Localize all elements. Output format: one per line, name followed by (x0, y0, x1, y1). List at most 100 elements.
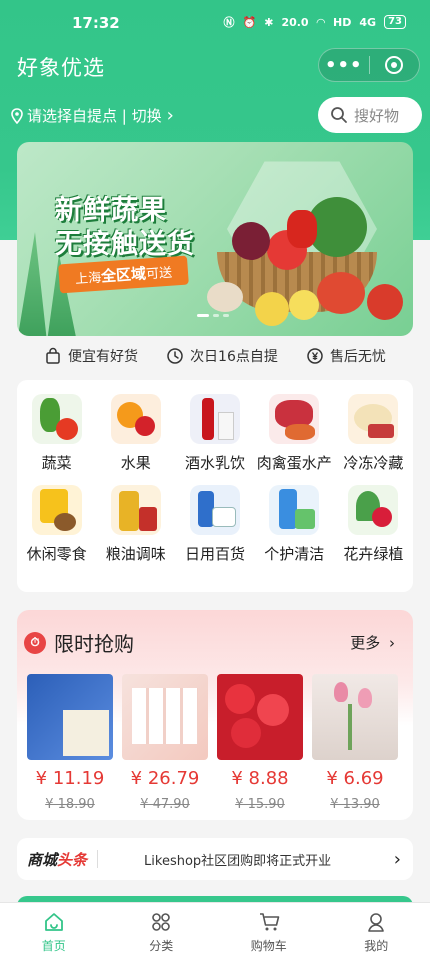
category-plants[interactable]: 花卉绿植 (334, 485, 413, 564)
category-label: 粮油调味 (105, 545, 166, 563)
tab-label: 首页 (41, 939, 66, 953)
feature-label: 便宜有好货 (68, 349, 139, 365)
category-label: 冷冻冷藏 (343, 454, 404, 472)
category-label: 花卉绿植 (343, 545, 404, 563)
flash-sale-section: ⏱ 限时抢购 更多 › ¥ 11.19 ¥ 18.90 ¥ 26.79 ¥ 47… (17, 610, 413, 820)
alarm-icon: ⏰ (242, 15, 257, 29)
product-original-price: ¥ 13.90 (330, 797, 380, 812)
lemon-image (255, 292, 289, 326)
yen-shield-icon (307, 348, 323, 364)
app-title: 好象优选 (17, 56, 105, 80)
category-frozen[interactable]: 冷冻冷藏 (334, 394, 413, 473)
product-original-price: ¥ 47.90 (140, 797, 190, 812)
tab-label: 分类 (149, 939, 174, 953)
search-placeholder: 搜好物 (354, 106, 400, 125)
category-label: 蔬菜 (41, 454, 72, 472)
category-daily-goods[interactable]: 日用百货 (175, 485, 254, 564)
news-headline: Likeshop社区团购即将正式开业 (144, 853, 332, 869)
promo-banner[interactable]: 新鲜蔬果 无接触送货 上海全区域可送 (17, 142, 413, 336)
product-card[interactable]: ¥ 6.69 ¥ 13.90 (312, 674, 398, 812)
category-label: 肉禽蛋水产 (256, 454, 332, 472)
category-label: 水果 (120, 454, 151, 472)
tab-home[interactable]: 首页 (0, 903, 108, 960)
category-meat[interactable]: 肉禽蛋水产 (255, 394, 334, 473)
flash-sale-title: 限时抢购 (54, 632, 134, 656)
close-target-icon[interactable] (369, 56, 419, 74)
lemon-image-2 (289, 290, 319, 320)
ribbon-prefix: 上海 (74, 270, 102, 288)
category-grid: 蔬菜 水果 酒水乳饮 肉禽蛋水产 冷冻冷藏 休闲零食 粮油调味 日用百货 个护清… (17, 380, 413, 564)
news-logo-b: 头条 (57, 850, 88, 869)
news-divider (97, 850, 99, 868)
category-fruits[interactable]: 水果 (96, 394, 175, 473)
bluetooth-icon: ✱ (264, 15, 274, 29)
category-personal-care[interactable]: 个护清洁 (255, 485, 334, 564)
pickup-location[interactable]: 请选择自提点 | 切换 › (10, 105, 174, 126)
status-bar: 17:32 Ⓝ ⏰ ✱ 20.0 ◠ HD 4G 73 (0, 0, 430, 46)
tab-category[interactable]: 分类 (108, 903, 216, 960)
category-drinks[interactable]: 酒水乳饮 (175, 394, 254, 473)
chevron-right-icon: › (166, 105, 174, 126)
snacks-image (31, 485, 82, 535)
category-label: 休闲零食 (26, 545, 87, 563)
meat-image (269, 394, 320, 444)
chevron-right-icon: › (389, 634, 395, 652)
more-dots-icon[interactable]: ••• (319, 55, 369, 76)
user-icon (368, 913, 385, 932)
ribbon-bold: 全区域 (100, 264, 147, 286)
banner-pagination (197, 314, 229, 317)
product-price: ¥ 8.88 (231, 768, 289, 789)
fruits-image (110, 394, 161, 444)
frozen-image (348, 394, 399, 444)
banner-headline-line1: 新鲜蔬果 (55, 195, 167, 226)
cart-icon (259, 913, 280, 931)
product-price: ¥ 26.79 (130, 768, 200, 789)
ribbon-suffix: 可送 (145, 265, 173, 283)
feature-label: 售后无忧 (329, 349, 386, 365)
daily-goods-image (189, 485, 240, 535)
category-card: 蔬菜 水果 酒水乳饮 肉禽蛋水产 冷冻冷藏 休闲零食 粮油调味 日用百货 个护清… (17, 380, 413, 592)
banner-headline: 新鲜蔬果 无接触送货 (55, 194, 195, 262)
flash-sale-products: ¥ 11.19 ¥ 18.90 ¥ 26.79 ¥ 47.90 ¥ 8.88 ¥… (27, 674, 398, 812)
search-box[interactable]: 搜好物 (318, 97, 422, 133)
news-logo-a: 商城 (27, 850, 58, 869)
tab-label: 购物车 (250, 939, 287, 953)
flash-sale-header: ⏱ 限时抢购 (24, 628, 134, 657)
feature-pickup: 次日16点自提 (166, 346, 278, 366)
plants-image (348, 485, 399, 535)
tomato-image-2 (367, 284, 403, 320)
product-card[interactable]: ¥ 11.19 ¥ 18.90 (27, 674, 113, 812)
product-price: ¥ 6.69 (326, 768, 384, 789)
hd-badge: HD (333, 15, 352, 29)
flash-sale-more-link[interactable]: 更多 › (350, 632, 395, 653)
strawberry-image (217, 674, 303, 760)
category-vegetables[interactable]: 蔬菜 (17, 394, 96, 473)
nav-bar: 好象优选 ••• (0, 46, 430, 86)
tulip-image (312, 674, 398, 760)
product-card[interactable]: ¥ 8.88 ¥ 15.90 (217, 674, 303, 812)
category-label: 酒水乳饮 (184, 454, 245, 472)
category-grain-oil[interactable]: 粮油调味 (96, 485, 175, 564)
clock-icon (167, 348, 183, 364)
feature-label: 次日16点自提 (190, 349, 278, 365)
product-card[interactable]: ¥ 26.79 ¥ 47.90 (122, 674, 208, 812)
category-snacks[interactable]: 休闲零食 (17, 485, 96, 564)
tab-cart[interactable]: 购物车 (215, 903, 323, 960)
chevron-right-icon: › (393, 848, 401, 870)
signal-label: 4G (359, 15, 377, 29)
pepper-image (287, 210, 317, 248)
status-time: 17:32 (72, 14, 120, 32)
garlic-image (207, 282, 243, 312)
category-label: 日用百货 (184, 545, 245, 563)
news-logo: 商城头条 (27, 849, 87, 870)
grain-oil-image (110, 485, 161, 535)
service-features: 便宜有好货 次日16点自提 售后无忧 (0, 346, 430, 366)
product-original-price: ¥ 18.90 (45, 797, 95, 812)
tab-profile[interactable]: 我的 (323, 903, 430, 960)
miniprogram-capsule[interactable]: ••• (318, 48, 420, 82)
mall-news-bar[interactable]: 商城头条 Likeshop社区团购即将正式开业 › (17, 838, 413, 880)
location-pin-icon (11, 107, 23, 124)
battery-icon: 73 (384, 15, 406, 29)
home-icon (44, 913, 63, 931)
status-icons: Ⓝ ⏰ ✱ 20.0 ◠ HD 4G 73 (224, 14, 406, 30)
